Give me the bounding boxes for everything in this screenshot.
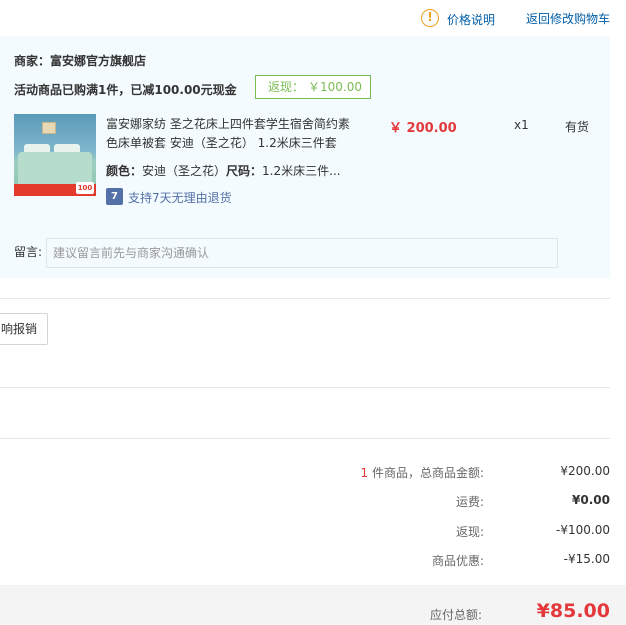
wall-frame-shape: [42, 122, 56, 134]
section-divider: [0, 387, 610, 388]
item-count: 1: [360, 466, 369, 480]
cashback-badge: 返现： ￥100.00: [255, 75, 372, 99]
remark-label: 留言:: [14, 245, 43, 259]
promo-tag-badge: 100: [76, 182, 94, 194]
product-quantity: x1: [514, 118, 529, 132]
top-links-bar: ! 价格说明 返回修改购物车: [0, 0, 626, 36]
item-total-label-text: 件商品，总商品金额:: [368, 466, 484, 480]
bed-shape: [18, 152, 92, 186]
summary-row-shipping: 运费: ¥0.00: [0, 493, 626, 513]
product-price: ￥ 200.00: [389, 121, 457, 136]
return-policy-text[interactable]: 支持7天无理由退货: [128, 189, 232, 206]
color-value: 安迪（圣之花）: [142, 164, 227, 178]
size-label: 尺码：: [226, 164, 263, 178]
remark-input[interactable]: [46, 238, 558, 268]
payable-value: ¥85.00: [536, 600, 610, 622]
product-spec: 颜色：安迪（圣之花）尺码：1.2米床三件...: [106, 162, 341, 179]
product-stock-status: 有货: [565, 120, 590, 134]
cashback-badge-value: ￥100.00: [308, 80, 363, 94]
payable-total-bar: 应付总额: ¥85.00: [0, 585, 626, 625]
back-to-cart-link[interactable]: 返回修改购物车: [526, 10, 610, 27]
discount-value: -¥15.00: [563, 552, 610, 566]
shipping-value: ¥0.00: [572, 493, 610, 507]
promotion-text: 活动商品已购满1件，已减100.00元现金: [14, 83, 237, 97]
shop-name: 商家：富安娜官方旗舰店: [14, 54, 147, 68]
cashback-label: 返现:: [455, 525, 484, 539]
order-panel: 商家：富安娜官方旗舰店 活动商品已购满1件，已减100.00元现金 返现： ￥10…: [0, 36, 610, 278]
item-total-label: 1 件商品，总商品金额:: [361, 464, 485, 481]
invoice-button[interactable]: 响报销: [0, 313, 48, 345]
summary-row-items: 1 件商品，总商品金额: ¥200.00: [0, 464, 626, 484]
seven-day-return-icon: 7: [106, 188, 123, 205]
color-label: 颜色：: [106, 164, 143, 178]
cashback-value: -¥100.00: [556, 523, 610, 537]
payable-label: 应付总额:: [429, 608, 482, 622]
section-divider: [0, 438, 610, 439]
discount-label: 商品优惠:: [431, 554, 484, 568]
shipping-label: 运费:: [455, 495, 484, 509]
summary-row-discount: 商品优惠: -¥15.00: [0, 552, 626, 572]
product-image[interactable]: 100: [14, 114, 96, 196]
product-title-link[interactable]: 富安娜家纺 圣之花床上四件套学生宿舍简约素色床单被套 安迪（圣之花） 1.2米床…: [106, 115, 356, 153]
item-total-value: ¥200.00: [560, 464, 610, 478]
size-value: 1.2米床三件...: [262, 164, 341, 178]
summary-row-cashback: 返现: -¥100.00: [0, 523, 626, 543]
section-divider: [0, 298, 610, 299]
cashback-badge-label: 返现：: [268, 80, 305, 94]
price-explain-link[interactable]: 价格说明: [447, 11, 495, 28]
info-icon[interactable]: !: [421, 9, 439, 27]
